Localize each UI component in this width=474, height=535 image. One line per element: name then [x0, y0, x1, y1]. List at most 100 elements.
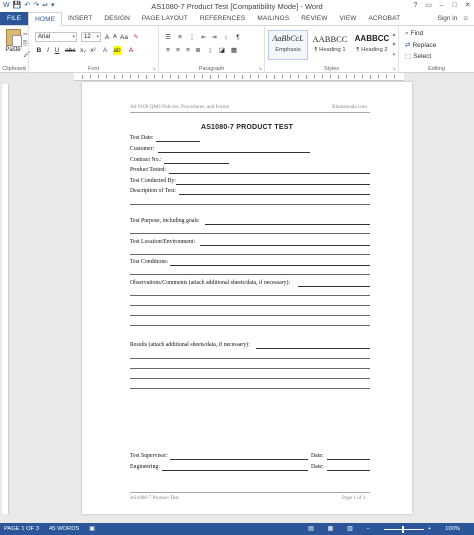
underline-icon[interactable]: U: [53, 46, 61, 55]
shrink-font-icon[interactable]: A: [111, 33, 119, 42]
font-launcher-icon[interactable]: ↘: [152, 66, 156, 72]
observations-line-5[interactable]: [130, 325, 370, 326]
description-field[interactable]: [179, 194, 370, 195]
maximize-icon[interactable]: □: [448, 0, 461, 12]
results-line-4[interactable]: [130, 378, 370, 379]
italic-icon[interactable]: I: [44, 46, 52, 55]
product-tested-field[interactable]: [169, 173, 370, 174]
text-effects-icon[interactable]: A: [101, 46, 109, 55]
replace-button[interactable]: ⇄ Replace: [405, 41, 436, 49]
justify-icon[interactable]: ≣: [194, 46, 202, 55]
grow-font-icon[interactable]: A: [103, 33, 111, 42]
location-line-2[interactable]: [130, 254, 370, 255]
paste-button[interactable]: Paste: [3, 29, 23, 59]
clipboard-launcher-icon[interactable]: ↘: [22, 66, 26, 72]
zoom-in-icon[interactable]: +: [428, 526, 431, 532]
line-spacing-icon[interactable]: ↨: [206, 46, 214, 55]
show-marks-icon[interactable]: ¶: [234, 33, 242, 42]
supervisor-field[interactable]: [170, 459, 308, 460]
test-conducted-by-field[interactable]: [176, 184, 370, 185]
tab-design[interactable]: DESIGN: [98, 12, 136, 25]
conditions-line-2[interactable]: [130, 274, 370, 275]
styles-launcher-icon[interactable]: ↘: [392, 66, 396, 72]
find-button[interactable]: ⌕ Find: [405, 30, 423, 38]
borders-icon[interactable]: ▦: [230, 46, 238, 55]
contract-no-field[interactable]: [164, 163, 229, 164]
word-count[interactable]: 45 WORDS: [49, 526, 79, 532]
horizontal-ruler[interactable]: [74, 73, 404, 81]
paragraph-launcher-icon[interactable]: ↘: [258, 66, 262, 72]
sign-in-link[interactable]: Sign in: [437, 15, 457, 22]
zoom-level[interactable]: 100%: [445, 526, 460, 532]
superscript-icon[interactable]: x²: [89, 46, 97, 55]
strikethrough-icon[interactable]: abc: [65, 46, 75, 55]
observations-field[interactable]: [298, 286, 370, 287]
tab-file[interactable]: FILE: [0, 12, 29, 25]
subscript-icon[interactable]: x₂: [79, 46, 87, 55]
style-heading-2[interactable]: AABBCC ¶ Heading 2: [352, 30, 392, 60]
font-color-icon[interactable]: A: [127, 46, 135, 55]
bullets-icon[interactable]: ☰: [164, 33, 172, 42]
tab-view[interactable]: VIEW: [333, 12, 362, 25]
sort-icon[interactable]: ↕: [222, 33, 230, 42]
description-line-2[interactable]: [130, 204, 370, 205]
numbering-icon[interactable]: ≡: [176, 33, 184, 42]
zoom-slider[interactable]: [383, 525, 424, 533]
undo-icon[interactable]: ↶: [24, 1, 30, 11]
font-name-box[interactable]: Arial ▾: [35, 32, 77, 42]
close-icon[interactable]: ✕: [461, 0, 474, 12]
style-emphasis[interactable]: AaBbCcL Emphasis: [268, 30, 308, 60]
styles-scroll[interactable]: ▲ ▼ ▾: [391, 30, 397, 60]
cut-icon[interactable]: ✂: [23, 31, 28, 38]
engineering-date-field[interactable]: [327, 470, 370, 471]
conditions-field[interactable]: [170, 265, 370, 266]
tab-page-layout[interactable]: PAGE LAYOUT: [136, 12, 194, 25]
document-page[interactable]: AS 9100 QMS Policies, Procedures, and Fo…: [82, 82, 412, 514]
read-mode-icon[interactable]: ▤: [308, 526, 313, 532]
change-case-icon[interactable]: Aa: [120, 33, 128, 42]
increase-indent-icon[interactable]: ⇥: [210, 33, 218, 42]
location-field[interactable]: [200, 245, 370, 246]
tab-home[interactable]: HOME: [28, 12, 63, 26]
observations-line-3[interactable]: [130, 305, 370, 306]
tab-acrobat[interactable]: ACROBAT: [363, 12, 407, 25]
customer-field[interactable]: [158, 152, 310, 153]
align-left-icon[interactable]: ≡: [164, 46, 172, 55]
tab-insert[interactable]: INSERT: [62, 12, 98, 25]
results-line-5[interactable]: [130, 388, 370, 389]
results-field[interactable]: [256, 348, 370, 349]
observations-line-4[interactable]: [130, 315, 370, 316]
copy-icon[interactable]: ⎘: [23, 41, 28, 48]
results-line-3[interactable]: [130, 368, 370, 369]
qat-customize-icon[interactable]: ▾: [51, 1, 55, 11]
web-layout-icon[interactable]: ▥: [347, 526, 352, 532]
zoom-out-icon[interactable]: –: [367, 526, 370, 532]
select-button[interactable]: ⬚ Select: [405, 52, 431, 60]
test-date-field[interactable]: [156, 141, 200, 142]
page-count[interactable]: PAGE 1 OF 3: [4, 526, 39, 532]
align-right-icon[interactable]: ≡: [184, 46, 192, 55]
multilevel-list-icon[interactable]: ⋮: [188, 33, 196, 42]
proofing-icon[interactable]: ▣: [89, 526, 94, 532]
results-line-2[interactable]: [130, 358, 370, 359]
help-icon[interactable]: ?: [409, 0, 422, 12]
engineering-field[interactable]: [162, 470, 308, 471]
minimize-icon[interactable]: –: [435, 0, 448, 12]
observations-line-2[interactable]: [130, 295, 370, 296]
bold-icon[interactable]: B: [35, 46, 43, 55]
tab-references[interactable]: REFERENCES: [194, 12, 251, 25]
shading-icon[interactable]: ◪: [218, 46, 226, 55]
decrease-indent-icon[interactable]: ⇤: [200, 33, 208, 42]
supervisor-date-field[interactable]: [327, 459, 370, 460]
vertical-ruler[interactable]: [2, 84, 9, 514]
redo-icon[interactable]: ↷: [33, 1, 39, 11]
save-icon[interactable]: 💾: [13, 1, 22, 11]
print-layout-icon[interactable]: ▦: [328, 526, 333, 532]
highlight-icon[interactable]: ab: [113, 46, 121, 55]
clear-formatting-icon[interactable]: ✎: [132, 33, 140, 42]
repeat-icon[interactable]: ⇌: [42, 1, 48, 11]
purpose-field[interactable]: [205, 224, 370, 225]
font-size-box[interactable]: 12 ▾: [81, 32, 101, 42]
tab-review[interactable]: REVIEW: [295, 12, 333, 25]
ribbon-display-icon[interactable]: ▭: [422, 0, 435, 12]
